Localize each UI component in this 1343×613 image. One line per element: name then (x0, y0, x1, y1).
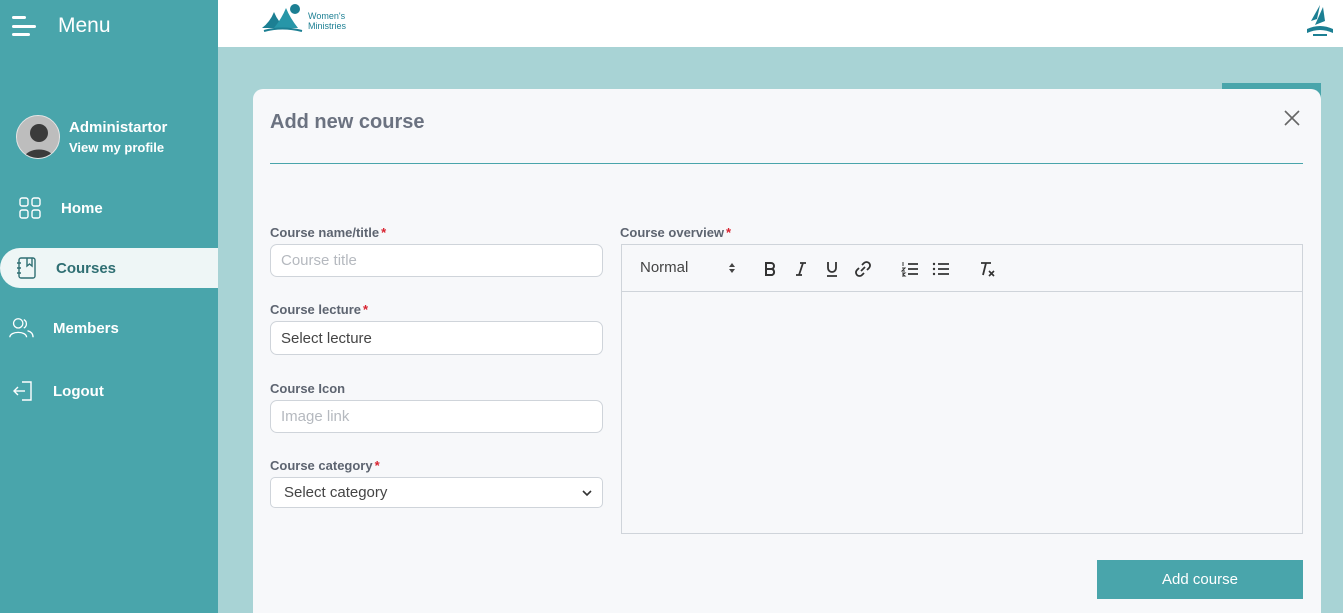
underline-icon (827, 262, 837, 277)
sidebar-item-courses[interactable]: Courses (0, 248, 218, 288)
course-category-select[interactable]: Select category (270, 477, 603, 508)
sidebar-item-label: Home (61, 199, 103, 217)
sidebar-item-label: Courses (56, 259, 117, 277)
bold-button[interactable] (760, 259, 780, 279)
required-marker: * (381, 225, 387, 240)
sidebar-item-label: Members (53, 319, 119, 337)
required-marker: * (726, 225, 732, 240)
bullet-list-button[interactable] (931, 259, 951, 279)
close-icon[interactable] (1283, 109, 1301, 127)
image-link-input[interactable] (270, 400, 603, 433)
logout-icon (9, 378, 35, 404)
course-name-label: Course name/title * (270, 225, 387, 240)
bullet-list-icon (932, 262, 949, 276)
course-category-value: Select category (284, 484, 388, 501)
brand-line2: Ministries (308, 21, 347, 31)
sidebar-item-logout[interactable]: Logout (0, 371, 218, 411)
rich-text-editor: Normal (621, 244, 1303, 534)
modal-title: Add new course (270, 111, 425, 133)
add-course-button[interactable]: Add course (1097, 560, 1303, 599)
course-lecture-label: Course lecture * (270, 302, 369, 317)
course-title-input[interactable] (270, 244, 603, 277)
sort-arrows-icon (729, 262, 736, 273)
ordered-list-button[interactable] (900, 259, 920, 279)
hamburger-icon[interactable] (12, 14, 38, 38)
editor-content[interactable] (622, 292, 1302, 533)
book-icon (14, 255, 40, 281)
profile-name: Administartor (69, 119, 168, 136)
user-profile[interactable]: Administartor View my profile (16, 115, 167, 159)
top-bar: Women's Ministries (218, 0, 1343, 47)
required-marker: * (374, 458, 380, 473)
sidebar-item-home[interactable]: Home (0, 188, 218, 228)
add-course-modal: Add new course Course name/title * Course… (253, 89, 1321, 613)
course-lecture-value: Select lecture (281, 329, 372, 347)
brand-logo[interactable]: Women's Ministries (260, 2, 346, 34)
sidebar: Menu Administartor View my profile Home (0, 0, 218, 613)
menu-toggle[interactable]: Menu (12, 14, 111, 38)
ordered-list-icon (901, 262, 918, 277)
chevron-down-icon (582, 489, 592, 496)
editor-toolbar: Normal (622, 245, 1302, 292)
menu-label: Menu (58, 14, 111, 37)
header-divider (270, 163, 1303, 164)
link-button[interactable] (853, 259, 873, 279)
grid-icon (17, 195, 43, 221)
church-logo-icon (1305, 3, 1335, 44)
course-overview-label: Course overview * (620, 225, 732, 240)
course-lecture-select[interactable]: Select lecture (270, 321, 603, 355)
avatar (16, 115, 60, 159)
underline-button[interactable] (822, 259, 842, 279)
bold-icon (765, 262, 776, 276)
italic-button[interactable] (791, 259, 811, 279)
close-button[interactable] (1283, 109, 1301, 127)
italic-icon (796, 262, 806, 276)
clear-formatting-icon (981, 262, 995, 277)
womens-ministries-logo-icon (262, 4, 303, 32)
users-icon (8, 315, 34, 341)
format-value: Normal (640, 259, 689, 276)
sidebar-item-label: Logout (53, 382, 104, 400)
link-icon (855, 261, 871, 277)
brand-line1: Women's (308, 11, 346, 21)
course-icon-label: Course Icon (270, 381, 346, 396)
sidebar-item-members[interactable]: Members (0, 308, 218, 348)
format-select[interactable]: Normal (640, 259, 736, 276)
required-marker: * (363, 302, 369, 317)
view-profile-link[interactable]: View my profile (69, 140, 167, 155)
course-category-label: Course category * (270, 458, 380, 473)
clear-format-button[interactable] (978, 259, 998, 279)
